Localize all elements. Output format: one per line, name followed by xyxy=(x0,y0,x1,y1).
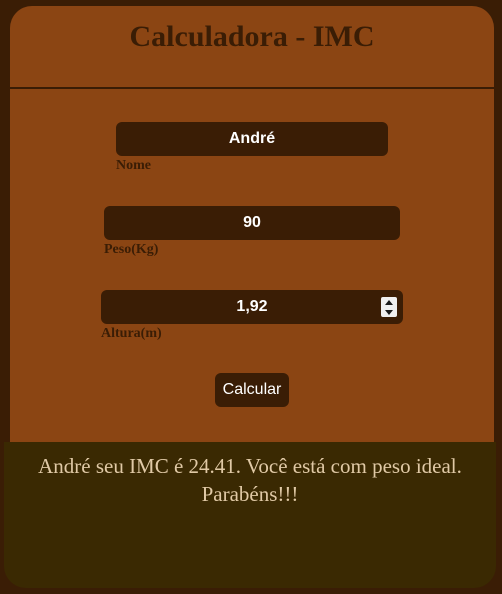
nome-input[interactable]: André xyxy=(116,122,388,156)
calculator-card: Calculadora - IMC André Nome 90 Peso(Kg)… xyxy=(10,6,494,442)
altura-field-group: 1,92 Altura(m) xyxy=(101,290,403,342)
peso-input-value: 90 xyxy=(243,214,261,231)
spinner-up-icon[interactable] xyxy=(385,299,393,305)
peso-input[interactable]: 90 xyxy=(104,206,400,240)
altura-label: Altura(m) xyxy=(101,326,162,341)
peso-label: Peso(Kg) xyxy=(104,242,159,257)
spinner-down-icon[interactable] xyxy=(385,309,393,315)
result-message: André seu IMC é 24.41. Você está com pes… xyxy=(38,454,462,506)
altura-input[interactable]: 1,92 xyxy=(101,290,403,324)
nome-field-group: André Nome xyxy=(116,122,388,174)
nome-label: Nome xyxy=(116,158,151,173)
calcular-button[interactable]: Calcular xyxy=(215,373,289,407)
peso-field-group: 90 Peso(Kg) xyxy=(104,206,400,258)
nome-input-value: André xyxy=(228,130,276,147)
altura-input-value: 1,92 xyxy=(236,298,268,315)
result-panel: André seu IMC é 24.41. Você está com pes… xyxy=(4,442,496,588)
header-divider xyxy=(10,87,494,89)
page-title: Calculadora - IMC xyxy=(129,20,375,53)
number-spinner-icon[interactable] xyxy=(381,297,397,317)
